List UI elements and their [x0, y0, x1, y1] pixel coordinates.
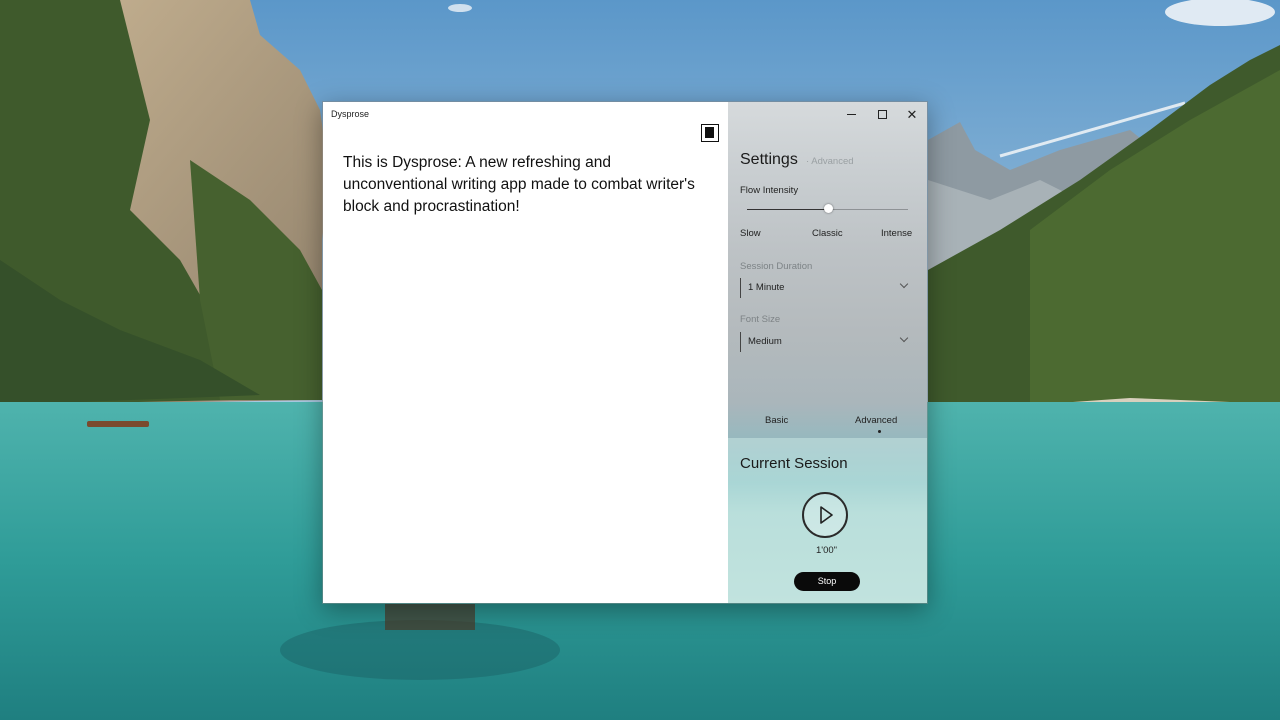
active-tab-indicator — [878, 430, 881, 433]
tick-label-slow: Slow — [740, 228, 761, 239]
editor-pane[interactable]: Dysprose This is Dysprose: A new refresh… — [323, 102, 728, 603]
window-title: Dysprose — [331, 109, 370, 119]
tab-advanced[interactable]: Advanced — [855, 415, 897, 426]
chevron-down-icon — [899, 333, 909, 343]
font-size-label: Font Size — [740, 314, 781, 325]
settings-pane: ✕ Settings · Advanced Flow Intensity Slo… — [728, 102, 927, 603]
current-session-section: Current Session 1'00" Stop — [728, 438, 927, 603]
flow-intensity-label: Flow Intensity — [740, 185, 799, 196]
session-duration-dropdown[interactable]: 1 Minute — [740, 278, 913, 298]
slider-track-rest — [828, 209, 908, 210]
tick-label-intense: Intense — [881, 228, 913, 239]
stop-button[interactable]: Stop — [794, 572, 860, 591]
session-duration-label: Session Duration — [740, 261, 813, 272]
tick-label-classic: Classic — [812, 228, 843, 239]
slider-track-filled — [747, 209, 828, 210]
editor-text-area[interactable]: This is Dysprose: A new refreshing and u… — [343, 152, 703, 218]
play-button[interactable] — [802, 492, 848, 538]
font-size-dropdown[interactable]: Medium — [740, 332, 913, 352]
contrast-square-icon — [705, 127, 714, 138]
slider-thumb[interactable] — [823, 204, 833, 213]
maximize-icon — [877, 109, 887, 119]
close-button[interactable]: ✕ — [897, 104, 927, 124]
maximize-button[interactable] — [867, 104, 897, 124]
theme-toggle-button[interactable] — [701, 124, 719, 142]
minimize-button[interactable] — [836, 104, 866, 124]
session-title: Current Session — [740, 455, 848, 472]
tab-basic[interactable]: Basic — [765, 415, 788, 426]
chevron-down-icon — [899, 279, 909, 289]
app-window: Dysprose This is Dysprose: A new refresh… — [322, 101, 928, 604]
close-icon: ✕ — [906, 106, 918, 122]
session-duration-value: 1 Minute — [748, 282, 785, 293]
flow-intensity-slider[interactable] — [747, 202, 908, 216]
session-timer: 1'00" — [815, 545, 838, 556]
minimize-icon — [846, 113, 856, 115]
desktop: Dysprose This is Dysprose: A new refresh… — [0, 0, 1280, 720]
settings-advanced-link[interactable]: · Advanced — [806, 156, 854, 167]
font-size-value: Medium — [748, 336, 782, 347]
settings-title: Settings — [740, 151, 798, 168]
play-icon — [820, 506, 833, 524]
